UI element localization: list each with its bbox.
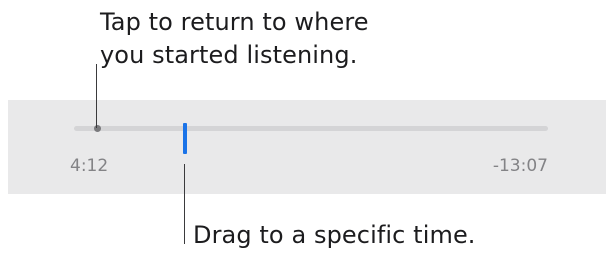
elapsed-time: 4:12 xyxy=(70,156,109,176)
remaining-time: -13:07 xyxy=(492,156,548,176)
return-to-start-callout-line1: Tap to return to where xyxy=(100,8,369,36)
scrubber-leader-line xyxy=(184,164,185,244)
start-marker-leader-line xyxy=(96,64,97,128)
playback-progress-bar: 4:12 -13:07 xyxy=(8,100,606,194)
progress-track[interactable] xyxy=(74,126,548,131)
playhead-scrubber[interactable] xyxy=(183,123,187,154)
return-to-start-callout: Tap to return to where you started liste… xyxy=(100,6,369,72)
scrubber-callout-diagram: Tap to return to where you started liste… xyxy=(0,0,606,255)
return-to-start-callout-line2: you started listening. xyxy=(100,41,358,69)
drag-to-time-callout: Drag to a specific time. xyxy=(193,221,476,249)
